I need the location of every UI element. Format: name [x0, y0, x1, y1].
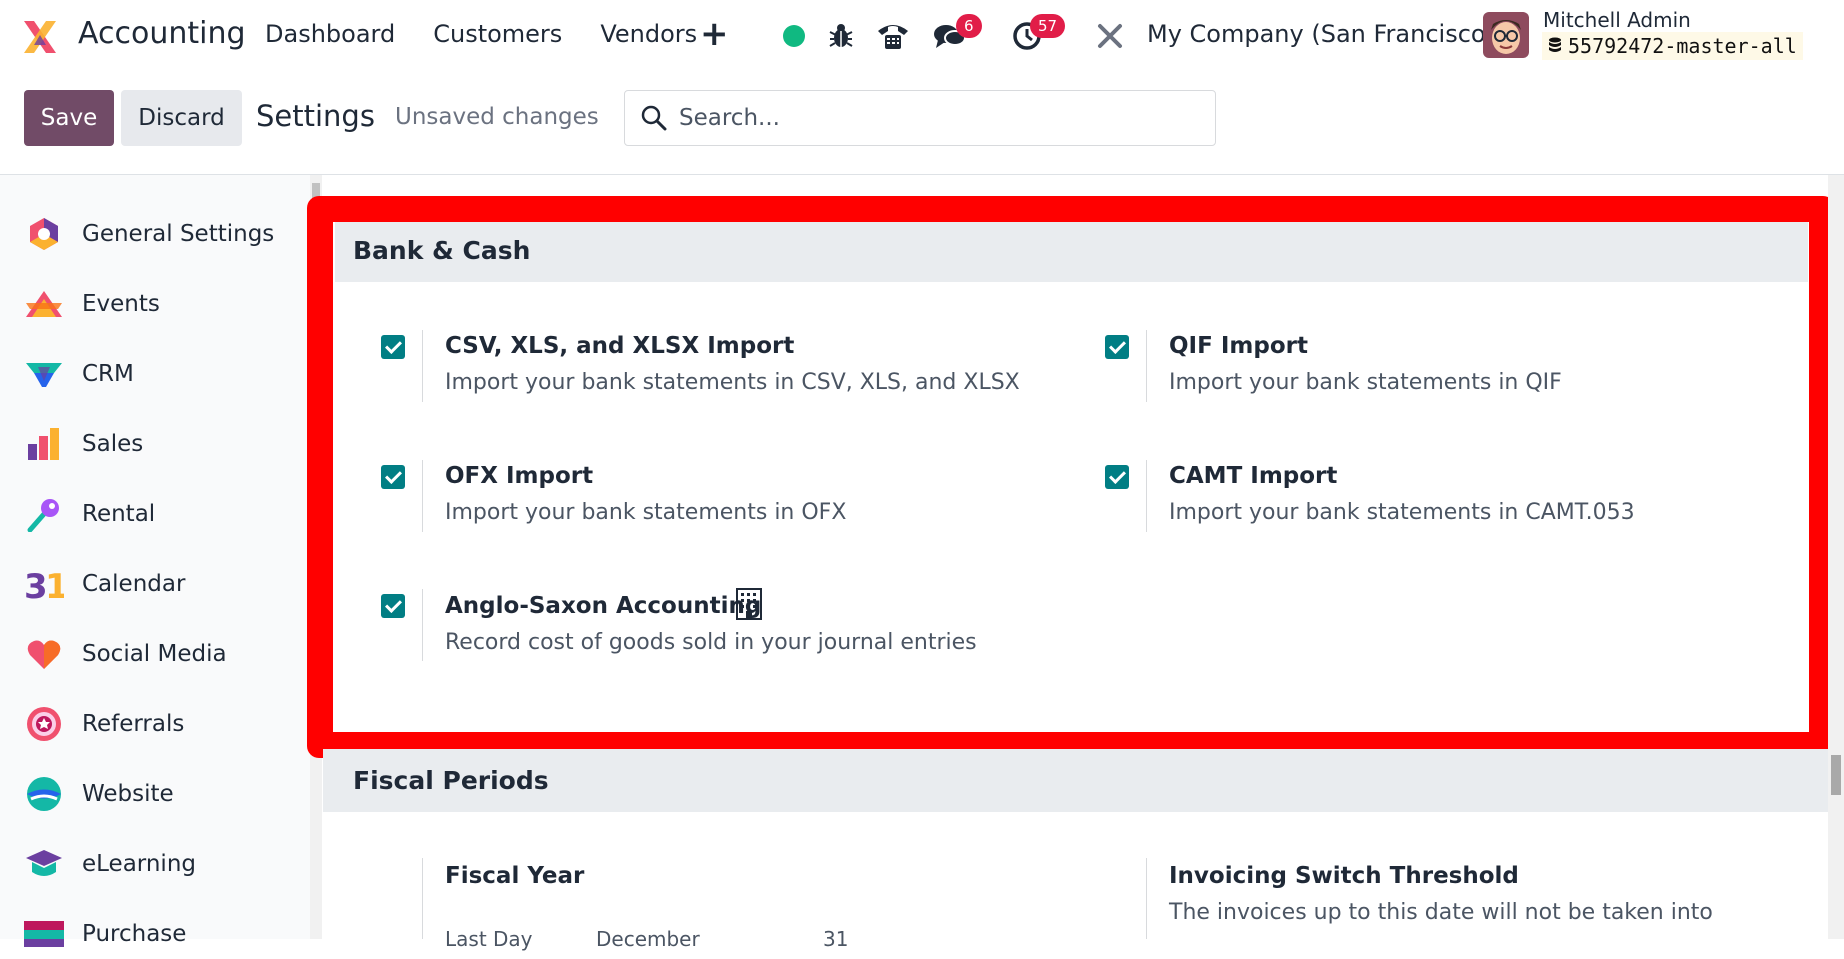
sidebar-item-rental[interactable]: Rental	[24, 489, 155, 539]
bug-icon[interactable]	[827, 18, 855, 54]
sidebar-item-label: Referrals	[82, 711, 185, 737]
sidebar-item-crm[interactable]: CRM	[24, 349, 134, 399]
unsaved-status: Unsaved changes	[395, 104, 599, 130]
sidebar-item-calendar[interactable]: 31 Calendar	[24, 559, 185, 609]
social-media-icon	[24, 634, 64, 674]
last-day-month[interactable]: December	[596, 927, 700, 951]
chat-badge: 6	[956, 14, 982, 38]
calendar-icon: 31	[24, 564, 64, 604]
sidebar-item-purchase[interactable]: Purchase	[24, 909, 186, 959]
search-input[interactable]	[679, 105, 1179, 131]
events-icon	[24, 284, 64, 324]
sidebar-item-label: Calendar	[82, 571, 186, 597]
menu-vendors[interactable]: Vendors	[600, 20, 697, 48]
sidebar-item-label: Purchase	[82, 921, 187, 947]
sidebar-item-website[interactable]: Website	[24, 769, 174, 819]
activity-badge: 57	[1030, 14, 1066, 38]
accounting-app-icon[interactable]	[20, 17, 60, 57]
status-indicator-icon[interactable]	[782, 18, 806, 54]
settings-sidebar: General Settings Events CRM Sales Rental…	[0, 175, 310, 947]
sidebar-item-label: Rental	[82, 501, 156, 527]
sidebar-item-label: Sales	[82, 431, 144, 457]
sidebar-item-social-media[interactable]: Social Media	[24, 629, 227, 679]
search-icon	[641, 105, 667, 131]
last-day-label: Last Day	[445, 927, 533, 951]
sales-icon	[24, 424, 64, 464]
sidebar-item-label: General Settings	[82, 221, 275, 247]
crm-icon	[24, 354, 64, 394]
sidebar-item-elearning[interactable]: eLearning	[24, 839, 196, 889]
section-title: Fiscal Periods	[353, 766, 549, 795]
referrals-icon	[24, 704, 64, 744]
elearning-icon	[24, 844, 64, 884]
svg-text:1: 1	[45, 567, 64, 602]
website-icon	[24, 774, 64, 814]
setting-divider	[422, 858, 423, 939]
page-title: Settings	[256, 99, 375, 133]
sidebar-item-general-settings[interactable]: General Settings	[24, 209, 274, 259]
phone-icon[interactable]	[875, 18, 911, 54]
menu-dashboard[interactable]: Dashboard	[265, 20, 395, 48]
sidebar-item-label: Social Media	[82, 641, 227, 667]
sidebar-item-label: Website	[82, 781, 174, 807]
sidebar-item-sales[interactable]: Sales	[24, 419, 143, 469]
main-menu: Dashboard Customers Vendors	[265, 20, 735, 48]
fiscal-year-title: Fiscal Year	[445, 863, 585, 889]
invoicing-threshold-title: Invoicing Switch Threshold	[1169, 863, 1519, 889]
company-switcher[interactable]: My Company (San Francisco)	[1147, 20, 1495, 48]
plus-icon[interactable]: +	[700, 14, 729, 54]
content-scrollbar[interactable]	[1828, 175, 1844, 939]
top-navbar: Accounting Dashboard Customers Vendors +	[0, 0, 1844, 72]
app-name[interactable]: Accounting	[78, 16, 246, 51]
general-settings-icon	[24, 214, 64, 254]
last-day-day[interactable]: 31	[823, 927, 848, 951]
sidebar-item-label: Events	[82, 291, 160, 317]
tools-icon[interactable]	[1095, 18, 1125, 54]
invoicing-threshold-desc: The invoices up to this date will not be…	[1169, 900, 1713, 925]
menu-customers[interactable]: Customers	[433, 20, 562, 48]
sidebar-item-referrals[interactable]: Referrals	[24, 699, 184, 749]
user-name[interactable]: Mitchell Admin	[1543, 8, 1691, 32]
sidebar-item-label: eLearning	[82, 851, 197, 877]
discard-button[interactable]: Discard	[121, 90, 242, 146]
fiscal-periods-header: Fiscal Periods	[323, 749, 1828, 812]
database-badge: 55792472-master-all	[1542, 32, 1803, 60]
setting-divider	[1146, 858, 1147, 939]
highlight-frame	[307, 196, 1835, 758]
database-name: 55792472-master-all	[1568, 34, 1797, 58]
search-bar[interactable]	[624, 90, 1216, 146]
purchase-icon	[24, 914, 64, 954]
database-icon	[1549, 37, 1561, 52]
user-avatar[interactable]	[1483, 12, 1529, 58]
sidebar-item-label: CRM	[82, 361, 134, 387]
save-button[interactable]: Save	[24, 90, 114, 146]
sidebar-item-events[interactable]: Events	[24, 279, 160, 329]
rental-icon	[24, 494, 64, 534]
